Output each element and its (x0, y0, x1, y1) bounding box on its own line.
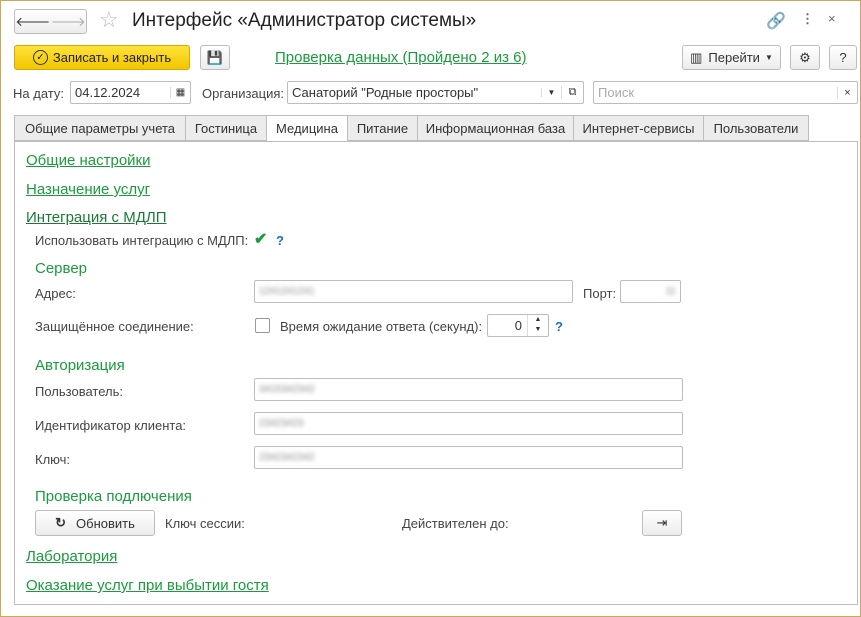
port-field[interactable]: 11 (620, 280, 681, 303)
date-field[interactable]: 04.12.2024 ▦ (70, 81, 191, 104)
key-value: 2342342342 (259, 452, 315, 463)
valid-label: Действителен до: (402, 516, 509, 531)
search-input[interactable]: Поиск × (593, 81, 858, 104)
panel-icon: ▥ (690, 49, 703, 65)
port-value: 11 (665, 286, 676, 297)
server-title: Сервер (35, 260, 88, 277)
window: 🡐 🡒 ☆ Интерфейс «Администратор системы» 🔗… (0, 0, 861, 617)
user-value: 3415342342 (259, 384, 315, 395)
gear-icon: ⚙ (799, 49, 811, 65)
client-field[interactable]: 23423423 (254, 412, 683, 435)
back-arrow-icon[interactable]: 🡐 (15, 14, 50, 30)
conn-title: Проверка подлючения (35, 488, 192, 505)
check-data-link[interactable]: Проверка данных (Пройдено 2 из 6) (275, 49, 526, 66)
goto-label: Перейти (708, 50, 760, 65)
general-settings-link[interactable]: Общие настройки (26, 152, 151, 169)
timeout-field[interactable]: 0 ▲ ▼ (487, 314, 549, 337)
tab-general[interactable]: Общие параметры учета (14, 115, 186, 141)
client-label: Идентификатор клиента: (35, 418, 187, 433)
date-value: 04.12.2024 (75, 85, 141, 100)
save-button[interactable]: 💾 (200, 45, 230, 70)
check-circle-icon: ✓ (32, 50, 48, 65)
help-label: ? (839, 50, 847, 65)
tab-infobase[interactable]: Информационная база (417, 115, 574, 141)
logout-icon: ⇥ (656, 515, 668, 530)
auth-title: Авторизация (35, 357, 125, 374)
floppy-icon: 💾 (206, 49, 224, 65)
settings-button[interactable]: ⚙ (790, 45, 820, 70)
help-icon[interactable]: ? (276, 233, 284, 248)
tab-food[interactable]: Питание (347, 115, 418, 141)
tab-label: Интернет-сервисы (582, 120, 695, 136)
lab-link[interactable]: Лаборатория (26, 548, 117, 565)
search-placeholder: Поиск (598, 85, 635, 100)
tab-label: Медицина (276, 121, 338, 136)
forward-arrow-icon[interactable]: 🡒 (51, 14, 86, 30)
secure-checkbox[interactable] (255, 318, 270, 333)
spinner-icon[interactable]: ▲ ▼ (527, 315, 548, 336)
date-label: На дату: (13, 86, 64, 101)
use-mdlp-label: Использовать интеграцию с МДЛП: (35, 233, 249, 248)
org-value: Санаторий "Родные просторы" (292, 85, 479, 100)
org-label: Организация: (202, 86, 285, 101)
clear-icon[interactable]: × (837, 86, 857, 99)
tab-internet[interactable]: Интернет-сервисы (573, 115, 704, 141)
refresh-icon: ↻ (55, 515, 67, 530)
client-value: 23423423 (259, 418, 304, 429)
close-icon[interactable]: × (828, 11, 836, 26)
tab-label: Пользователи (713, 120, 799, 136)
tab-hotel[interactable]: Гостиница (185, 115, 267, 141)
refresh-button[interactable]: ↻ Обновить (35, 510, 155, 536)
link-icon[interactable]: 🔗 (766, 11, 786, 31)
tab-label: Гостиница (194, 120, 258, 136)
logout-button[interactable]: ⇥ (642, 510, 682, 536)
dropdown-icon: ▼ (764, 53, 773, 62)
tab-label: Информационная база (425, 120, 566, 136)
tab-label: Общие параметры учета (24, 120, 176, 136)
session-label: Ключ сессии: (165, 516, 245, 531)
calendar-icon[interactable]: ▦ (170, 87, 190, 98)
address-value: 1241241241 (259, 286, 315, 297)
services-link[interactable]: Назначение услуг (26, 181, 150, 198)
user-field[interactable]: 3415342342 (254, 378, 683, 401)
key-label: Ключ: (35, 452, 71, 467)
star-icon[interactable]: ☆ (99, 7, 119, 33)
help-icon[interactable]: ? (555, 319, 563, 334)
tab-users[interactable]: Пользователи (703, 115, 809, 141)
refresh-label: Обновить (76, 515, 135, 531)
tab-medicine[interactable]: Медицина (266, 115, 348, 142)
timeout-value: 0 (514, 318, 522, 333)
open-icon[interactable]: ⧉ (561, 86, 583, 99)
dropdown-icon[interactable]: ▼ (541, 88, 561, 97)
nav-buttons: 🡐 🡒 (14, 9, 87, 34)
goto-button[interactable]: ▥ Перейти ▼ (682, 45, 781, 70)
tab-label: Питание (356, 120, 409, 136)
user-label: Пользователь: (35, 384, 123, 399)
secure-label: Защищённое соединение: (35, 319, 194, 334)
timeout-label: Время ожидание ответа (секунд): (280, 319, 483, 334)
address-label: Адрес: (35, 286, 76, 301)
window-title: Интерфейс «Администратор системы» (132, 10, 477, 31)
save-close-button[interactable]: ✓ Записать и закрыть (14, 45, 190, 70)
org-field[interactable]: Санаторий "Родные просторы" ▼ ⧉ (287, 81, 584, 104)
checkout-link[interactable]: Оказание услуг при выбытии гостя (26, 577, 269, 594)
use-mdlp-checkbox[interactable]: ✔ (254, 232, 269, 248)
key-field[interactable]: 2342342342 (254, 446, 683, 469)
mdlp-link[interactable]: Интеграция с МДЛП (26, 209, 166, 226)
help-button[interactable]: ? (829, 45, 857, 70)
save-close-label: Записать и закрыть (52, 50, 172, 65)
address-field[interactable]: 1241241241 (254, 280, 573, 303)
port-label: Порт: (583, 286, 617, 301)
more-icon[interactable]: ⋮ (801, 11, 814, 27)
